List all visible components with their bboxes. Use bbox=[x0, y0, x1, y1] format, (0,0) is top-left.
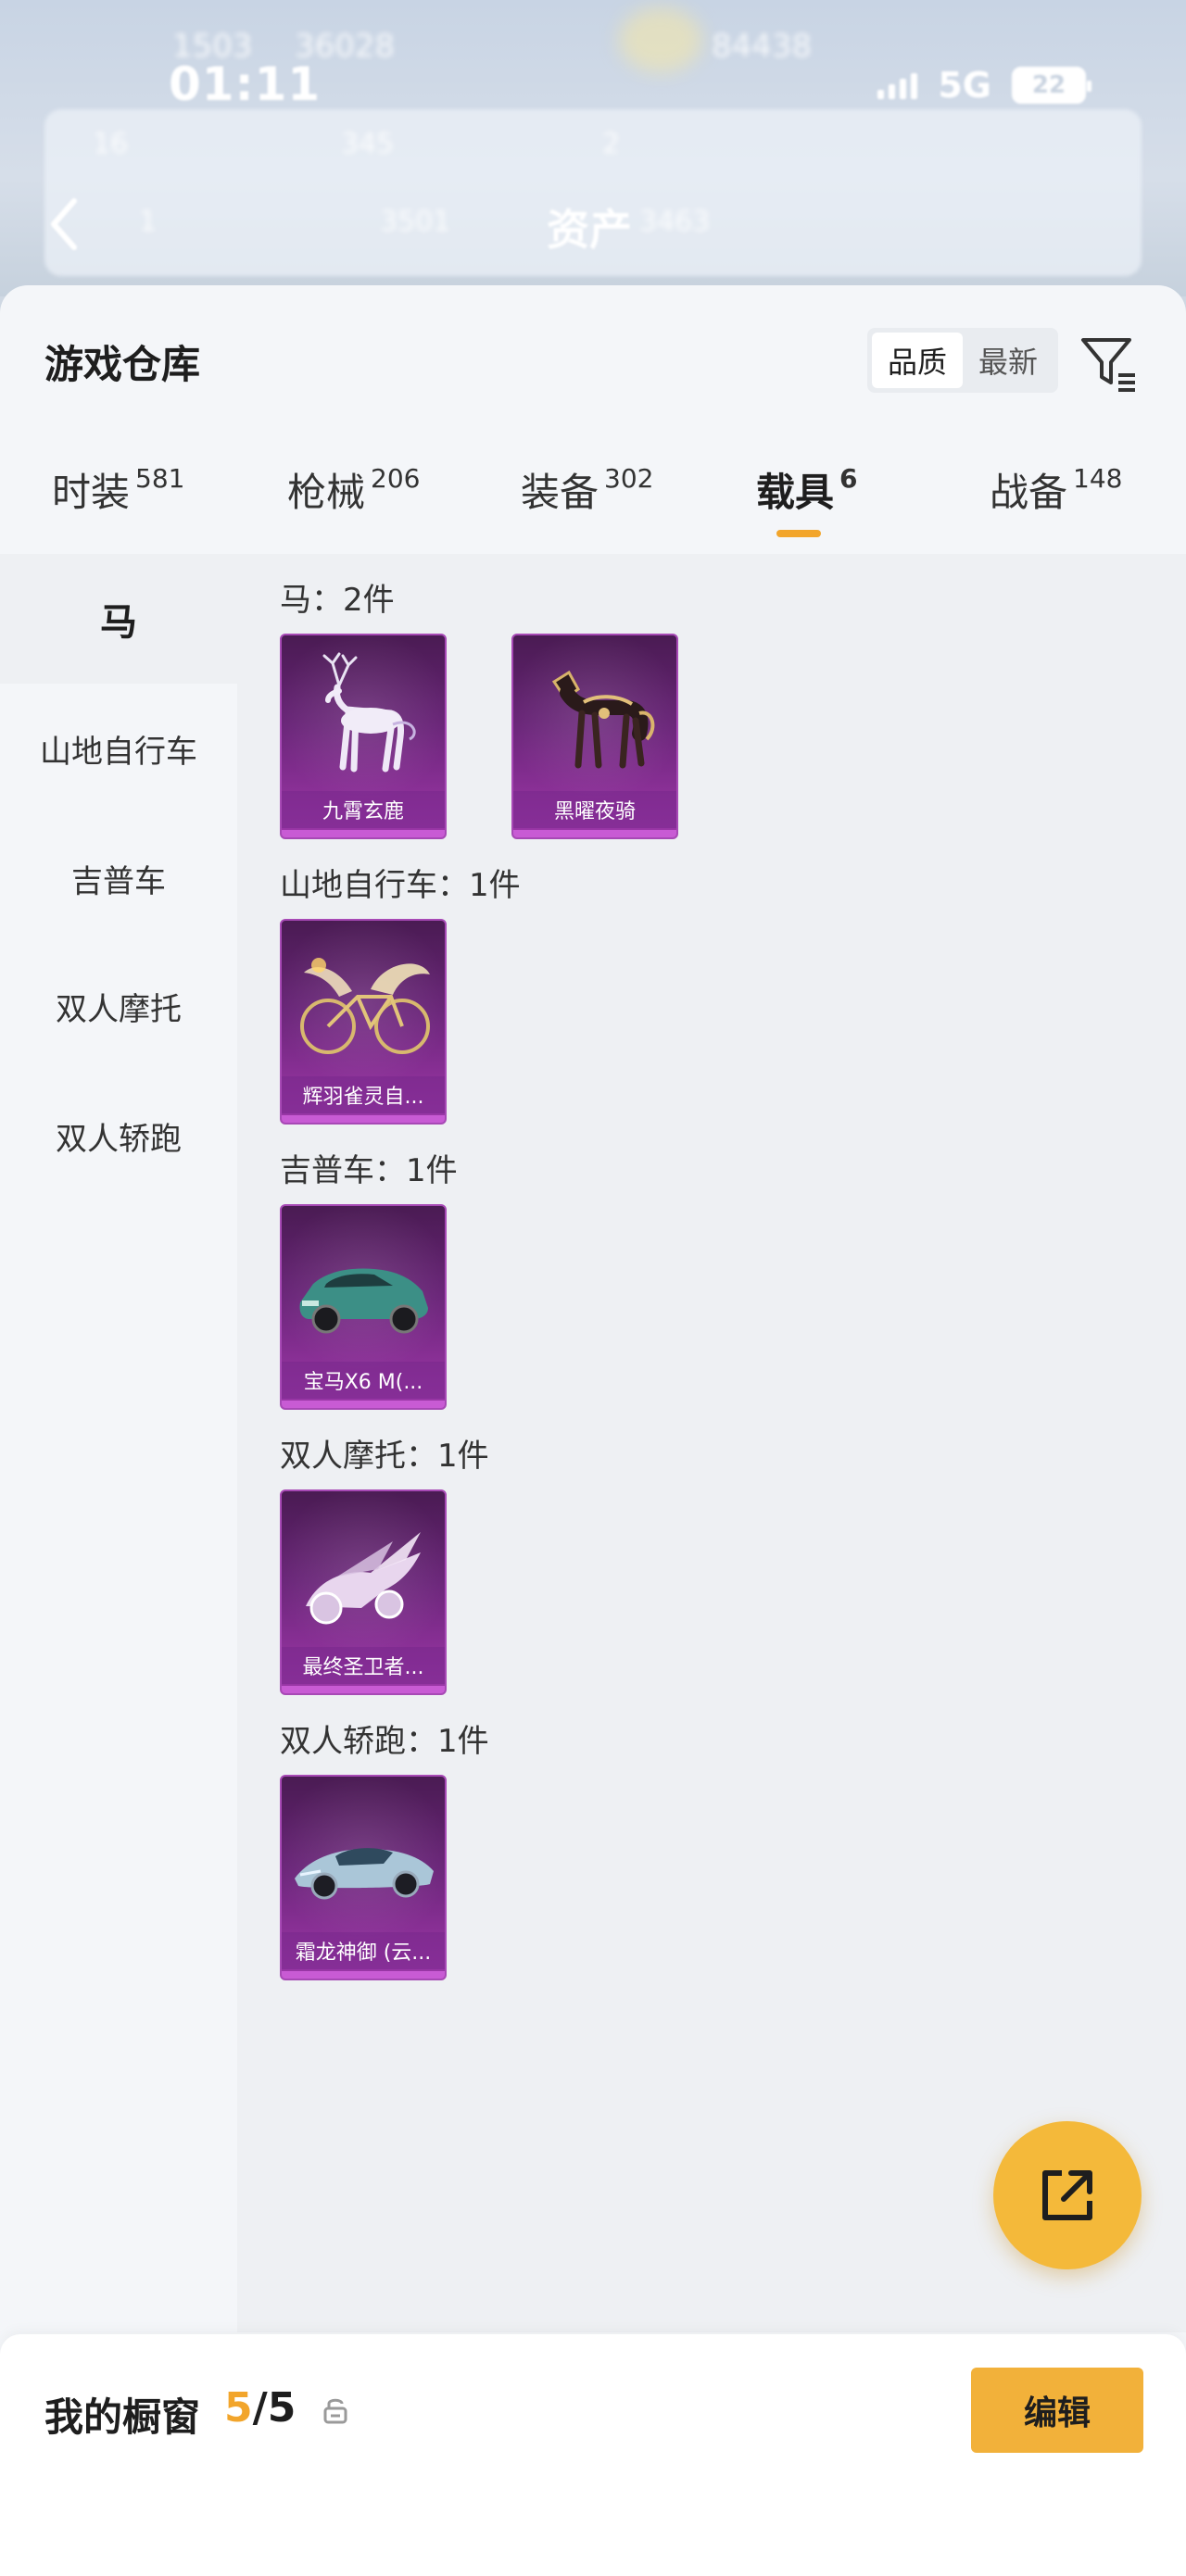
bg-blur-text: 16 bbox=[93, 128, 129, 160]
rarity-bar bbox=[513, 830, 676, 837]
bike-icon bbox=[300, 958, 430, 1054]
sheet-title: 游戏仓库 bbox=[44, 342, 201, 387]
item-name: 霜龙神御 (云... bbox=[282, 1932, 445, 1969]
sidebar-item-sportscar[interactable]: 双人轿跑 bbox=[0, 1071, 237, 1200]
status-indicators: 5G 22 bbox=[877, 65, 1091, 106]
showcase-footer: 我的橱窗 5/5 编辑 bbox=[0, 2334, 1186, 2576]
battery-level: 22 bbox=[1031, 71, 1066, 99]
page-title: 资产 bbox=[547, 205, 632, 255]
item-card[interactable]: 黑曜夜骑 bbox=[511, 634, 678, 839]
bg-blur-text: 1 bbox=[139, 206, 158, 238]
showcase-title: 我的橱窗 bbox=[44, 2394, 201, 2440]
active-tab-indicator bbox=[776, 530, 821, 537]
content-area: 马 山地自行车 吉普车 双人摩托 双人轿跑 马：2件 九霄玄鹿 黑曜夜骑 山地自… bbox=[0, 554, 1186, 2332]
tab-count: 302 bbox=[604, 463, 654, 494]
tab-fashion[interactable]: 时装 581 bbox=[52, 461, 184, 554]
deer-mount-icon bbox=[322, 652, 416, 773]
lock-icon bbox=[323, 2398, 347, 2424]
tab-label: 载具 bbox=[756, 470, 835, 515]
sidebar-item-motorcycle[interactable]: 双人摩托 bbox=[0, 941, 237, 1071]
edit-button[interactable]: 编辑 bbox=[971, 2368, 1143, 2453]
tab-count: 148 bbox=[1073, 463, 1123, 494]
motorcycle-icon bbox=[306, 1532, 421, 1625]
tab-label: 装备 bbox=[521, 470, 599, 515]
bg-blur-text: 84438 bbox=[712, 28, 813, 65]
rarity-bar bbox=[282, 1401, 445, 1408]
subcategory-sidebar: 马 山地自行车 吉普车 双人摩托 双人轿跑 bbox=[0, 554, 237, 2332]
item-name: 宝马X6 M(... bbox=[282, 1362, 445, 1399]
tab-equipment[interactable]: 装备 302 bbox=[521, 461, 653, 554]
tab-count: 206 bbox=[371, 463, 421, 494]
bg-avatar-blur bbox=[619, 7, 702, 72]
showcase-count-current: 5 bbox=[224, 2384, 253, 2431]
showcase-count-total: /5 bbox=[252, 2384, 296, 2431]
tab-count: 581 bbox=[135, 463, 185, 494]
back-button[interactable] bbox=[41, 193, 87, 256]
section-label-motorcycle: 双人摩托：1件 bbox=[280, 1438, 489, 1475]
tab-label: 战备 bbox=[990, 470, 1068, 515]
item-card[interactable]: 霜龙神御 (云... bbox=[280, 1775, 447, 1980]
status-time: 01:11 bbox=[169, 57, 322, 111]
rarity-bar bbox=[282, 830, 445, 837]
tab-label: 时装 bbox=[52, 470, 131, 515]
signal-icon bbox=[877, 71, 918, 99]
horse-mount-icon bbox=[551, 670, 655, 769]
sheet-header: 游戏仓库 品质 最新 bbox=[0, 285, 1186, 434]
section-label-mountain-bike: 山地自行车：1件 bbox=[280, 867, 521, 904]
filter-button[interactable] bbox=[1075, 330, 1142, 396]
tab-label: 枪械 bbox=[287, 470, 366, 515]
sidebar-item-mountain-bike[interactable]: 山地自行车 bbox=[0, 684, 237, 813]
item-name: 最终圣卫者... bbox=[282, 1647, 445, 1684]
category-tabs: 时装 581 枪械 206 装备 302 载具 6 战备 148 bbox=[0, 461, 1186, 554]
item-name: 黑曜夜骑 bbox=[513, 791, 676, 828]
rarity-bar bbox=[282, 1971, 445, 1979]
bg-blur-text: 2 bbox=[602, 128, 621, 160]
car-icon bbox=[299, 1268, 428, 1334]
share-button[interactable] bbox=[993, 2121, 1142, 2269]
filter-icon bbox=[1081, 338, 1135, 392]
section-label-horse: 马：2件 bbox=[280, 582, 395, 619]
bg-blur-text: 345 bbox=[341, 128, 395, 160]
rarity-bar bbox=[282, 1115, 445, 1123]
item-name: 九霄玄鹿 bbox=[282, 791, 445, 828]
rarity-bar bbox=[282, 1686, 445, 1693]
item-card[interactable]: 九霄玄鹿 bbox=[280, 634, 447, 839]
background-header: 1503 36028 84438 01:11 5G 22 16 345 2 1 … bbox=[0, 0, 1186, 296]
tab-vehicles[interactable]: 载具 6 bbox=[756, 461, 858, 554]
share-icon bbox=[1042, 2170, 1092, 2220]
tab-count: 6 bbox=[839, 463, 858, 494]
battery-icon: 22 bbox=[1012, 67, 1091, 104]
tab-firearms[interactable]: 枪械 206 bbox=[287, 461, 420, 554]
showcase-count: 5/5 bbox=[224, 2384, 296, 2431]
item-card[interactable]: 最终圣卫者... bbox=[280, 1489, 447, 1695]
chevron-left-icon bbox=[51, 198, 77, 250]
sort-toggle: 品质 最新 bbox=[867, 328, 1058, 393]
item-card[interactable]: 辉羽雀灵自... bbox=[280, 919, 447, 1125]
sidebar-item-horse[interactable]: 马 bbox=[0, 554, 237, 684]
sort-quality-button[interactable]: 品质 bbox=[872, 333, 963, 388]
network-type: 5G bbox=[938, 65, 991, 106]
item-card[interactable]: 宝马X6 M(... bbox=[280, 1204, 447, 1410]
sidebar-item-jeep[interactable]: 吉普车 bbox=[0, 813, 237, 943]
tab-supplies[interactable]: 战备 148 bbox=[990, 461, 1122, 554]
bg-blur-text: 3463 bbox=[639, 206, 711, 238]
bg-blur-text: 3501 bbox=[380, 206, 451, 238]
sportscar-icon bbox=[295, 1848, 434, 1900]
warehouse-sheet: 游戏仓库 品质 最新 时装 581 枪械 206 装备 302 载具 6 战备 … bbox=[0, 285, 1186, 2576]
section-label-sportscar: 双人轿跑：1件 bbox=[280, 1723, 489, 1760]
item-name: 辉羽雀灵自... bbox=[282, 1076, 445, 1113]
sort-latest-button[interactable]: 最新 bbox=[963, 333, 1054, 388]
section-label-jeep: 吉普车：1件 bbox=[280, 1152, 458, 1189]
